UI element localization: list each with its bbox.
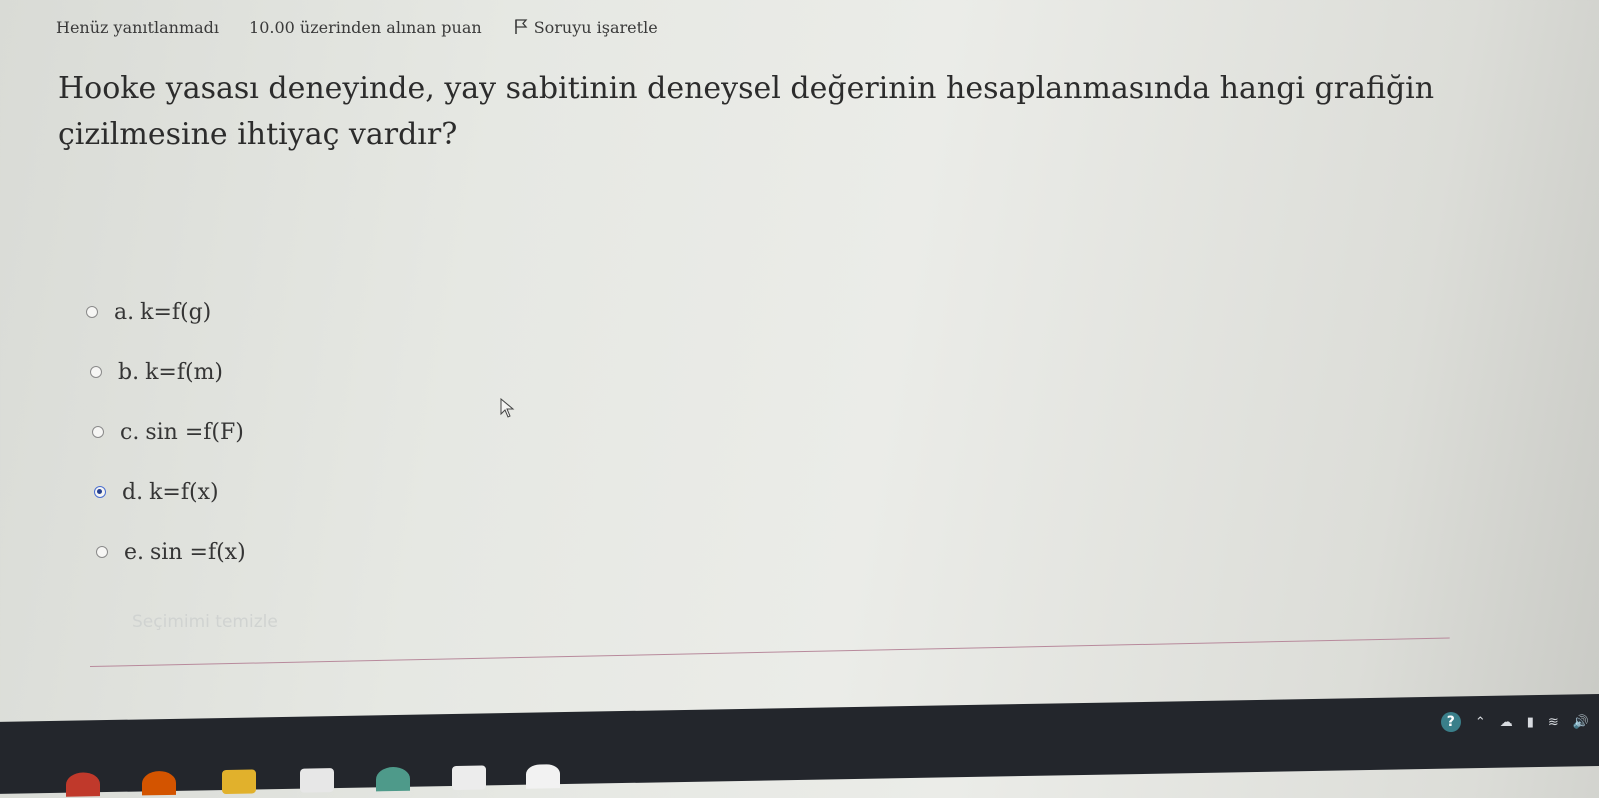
- system-tray: ? ⌃ ☁ ▮ ≋ 🔊: [1440, 712, 1589, 732]
- file-explorer-icon[interactable]: [222, 769, 256, 795]
- answer-options: a. k=f(g) b. k=f(m) c. sin =f(F) d. k=f(…: [86, 296, 246, 596]
- chrome-icon[interactable]: [66, 772, 100, 797]
- radio-button[interactable]: [86, 306, 98, 318]
- radio-button[interactable]: [96, 546, 108, 558]
- question-grade: 10.00 üzerinden alınan puan: [249, 17, 482, 37]
- option-text: k=f(g): [140, 299, 212, 325]
- option-letter: e.: [124, 539, 145, 565]
- option-letter: d.: [122, 479, 144, 505]
- flag-question-link[interactable]: Soruyu işaretle: [514, 18, 658, 37]
- option-e[interactable]: e. sin =f(x): [96, 536, 246, 568]
- option-letter: c.: [120, 419, 140, 445]
- chrome-icon[interactable]: [142, 770, 176, 796]
- app-icon[interactable]: [376, 766, 410, 792]
- radio-button[interactable]: [90, 366, 102, 378]
- option-text: k=f(x): [149, 479, 219, 505]
- option-letter: a.: [114, 299, 135, 325]
- option-a[interactable]: a. k=f(g): [86, 296, 246, 328]
- option-letter: b.: [118, 359, 140, 385]
- help-icon[interactable]: ?: [1440, 712, 1461, 732]
- taskbar: [0, 694, 1599, 797]
- mouse-cursor-icon: [500, 398, 515, 418]
- clear-choice-link[interactable]: Seçimimi temizle: [132, 612, 278, 632]
- store-icon[interactable]: [300, 768, 334, 793]
- option-b[interactable]: b. k=f(m): [90, 356, 246, 388]
- radio-button-selected[interactable]: [94, 486, 106, 498]
- cloud-icon[interactable]: ☁: [1500, 715, 1513, 730]
- answer-status: Henüz yanıtlanmadı: [56, 17, 220, 37]
- option-text: sin =f(F): [145, 419, 244, 445]
- question-info-header: Henüz yanıtlanmadı 10.00 üzerinden alına…: [56, 14, 658, 40]
- option-c[interactable]: c. sin =f(F): [92, 416, 246, 448]
- option-text: k=f(m): [145, 359, 224, 385]
- network-icon[interactable]: ≋: [1548, 715, 1559, 730]
- battery-icon[interactable]: ▮: [1527, 715, 1534, 730]
- flag-question-label: Soruyu işaretle: [533, 17, 658, 37]
- intellij-icon[interactable]: [452, 765, 486, 791]
- question-text: Hooke yasası deneyinde, yay sabitinin de…: [58, 71, 1435, 152]
- chevron-up-icon[interactable]: ⌃: [1475, 715, 1486, 730]
- option-text: sin =f(x): [150, 539, 246, 565]
- option-d[interactable]: d. k=f(x): [94, 476, 246, 508]
- divider: [89, 637, 1450, 667]
- app-icon[interactable]: [526, 764, 560, 789]
- volume-icon[interactable]: 🔊: [1573, 715, 1589, 730]
- radio-button[interactable]: [92, 426, 104, 438]
- flag-icon: [514, 19, 528, 34]
